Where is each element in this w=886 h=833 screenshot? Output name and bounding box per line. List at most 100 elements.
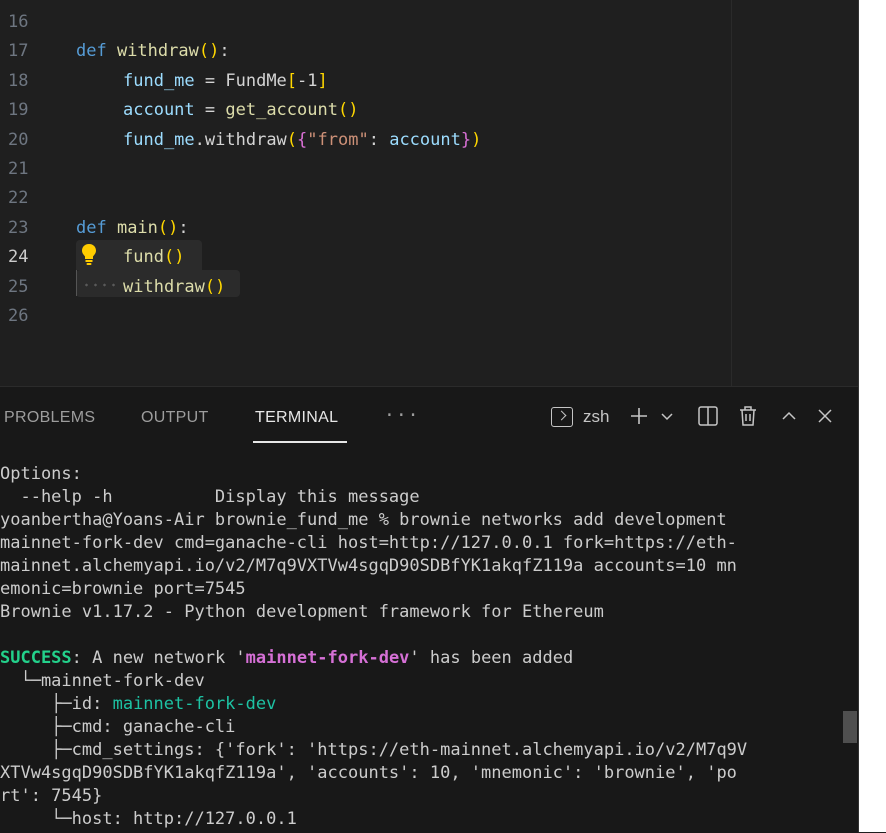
code-token: (): [198, 41, 220, 62]
code-text: def main():: [76, 214, 189, 243]
code-token: (): [337, 100, 359, 121]
code-token: :: [368, 129, 390, 150]
code-token: =: [194, 100, 226, 121]
terminal-text: rt': 7545}: [0, 786, 103, 806]
code-line[interactable]: 19 account = get_account(): [0, 96, 730, 125]
terminal-line: mainnet-fork-dev cmd=ganache-cli host=ht…: [0, 532, 858, 555]
code-text: fund_me.withdraw({"from": account}): [76, 126, 481, 155]
split-icon[interactable]: [697, 403, 719, 429]
terminal-text: yoanbertha@Yoans-Air brownie_fund_me % b…: [0, 510, 727, 530]
terminal-line: yoanbertha@Yoans-Air brownie_fund_me % b…: [0, 509, 858, 532]
window-edge: [858, 0, 886, 832]
code-token: FundMe: [225, 70, 287, 91]
code-token: -1: [297, 70, 318, 91]
terminal-text: mainnet.alchemyapi.io/v2/M7q9VXTVw4sgqD9…: [0, 556, 737, 576]
terminal-text: ' has been added: [409, 648, 574, 668]
code-token: :: [219, 41, 230, 62]
code-token: [: [286, 70, 298, 91]
active-tab-indicator: [253, 441, 347, 443]
tab-problems[interactable]: PROBLEMS: [4, 409, 95, 427]
code-token: def: [76, 217, 117, 238]
code-token: (): [157, 217, 179, 238]
line-number: 19: [8, 100, 29, 121]
code-token: ): [471, 129, 482, 150]
terminal-line: ├─id: mainnet-fork-dev: [0, 693, 858, 716]
terminal-text: ├─id:: [0, 694, 113, 714]
code-token: {: [297, 129, 308, 150]
code-line[interactable]: 25 withdraw(): [0, 273, 730, 302]
terminal-text: └─mainnet-fork-dev: [0, 671, 205, 691]
terminal-scrollbar[interactable]: [843, 711, 857, 743]
line-number: 24: [8, 247, 29, 268]
tab-output[interactable]: OUTPUT: [141, 409, 209, 427]
code-line[interactable]: 23 def main():: [0, 214, 730, 243]
terminal-line: SUCCESS: A new network 'mainnet-fork-dev…: [0, 647, 858, 670]
terminal-text: --help -h Display this message: [0, 487, 420, 507]
tab-terminal[interactable]: TERMINAL: [255, 409, 338, 427]
line-number: 18: [8, 70, 29, 91]
code-text: def withdraw():: [76, 37, 230, 66]
terminal-line: └─host: http://127.0.0.1: [0, 808, 858, 831]
trash-icon[interactable]: [737, 403, 759, 429]
code-token: withdraw: [116, 41, 199, 62]
line-number: 22: [8, 188, 29, 209]
code-text: withdraw(): [76, 273, 225, 302]
terminal-text: ├─cmd_settings: {'fork': 'https://eth-ma…: [0, 740, 748, 760]
chevron-down-icon[interactable]: [660, 403, 674, 429]
code-line[interactable]: 24 fund(): [0, 243, 730, 272]
chevron-up-icon[interactable]: [780, 403, 798, 429]
code-editor[interactable]: 16 17 def withdraw(): 18 fund_me = FundMe[-1…: [0, 0, 858, 386]
code-token: ]: [317, 70, 328, 91]
terminal-line: mainnet.alchemyapi.io/v2/M7q9VXTVw4sgqD9…: [0, 555, 858, 578]
code-token: (): [163, 247, 185, 268]
terminal-line: XTVw4sgqD90SDBfYK1akqfZ119a', 'accounts'…: [0, 762, 858, 785]
terminal-line: --help -h Display this message: [0, 486, 858, 509]
terminal-line: └─mainnet-fork-dev: [0, 670, 858, 693]
bottom-panel: PROBLEMS OUTPUT TERMINAL ··· zsh Options…: [0, 386, 858, 833]
terminal-line: emonic=brownie port=7545: [0, 578, 858, 601]
code-token: :: [178, 217, 189, 238]
code-line[interactable]: 21: [0, 155, 730, 184]
line-number: 21: [8, 158, 29, 179]
code-token: account: [389, 129, 461, 150]
code-token: fund_me: [123, 70, 195, 91]
code-line[interactable]: 20 fund_me.withdraw({"from": account}): [0, 126, 730, 155]
code-token: "from": [307, 129, 369, 150]
code-line[interactable]: 22: [0, 184, 730, 213]
line-number: 23: [8, 217, 29, 238]
shell-name[interactable]: zsh: [583, 407, 609, 427]
code-token: (): [204, 276, 226, 297]
terminal-text: mainnet-fork-dev: [245, 648, 410, 668]
plus-icon[interactable]: [628, 403, 650, 429]
terminal-text: SUCCESS: [0, 648, 72, 668]
code-token: }: [460, 129, 472, 150]
code-token: fund: [123, 247, 164, 268]
code-token: .: [194, 129, 205, 150]
close-icon[interactable]: [816, 403, 834, 429]
code-line[interactable]: 17 def withdraw():: [0, 37, 730, 66]
code-line[interactable]: 18 fund_me = FundMe[-1]: [0, 67, 730, 96]
terminal-output[interactable]: Options: --help -h Display this message y…: [0, 463, 858, 831]
code-line[interactable]: 16: [0, 8, 730, 37]
code-token: =: [194, 70, 226, 91]
code-token: fund_me: [123, 129, 195, 150]
line-number: 17: [8, 41, 29, 62]
terminal-text: ├─cmd: ganache-cli: [0, 717, 236, 737]
line-number: 20: [8, 129, 29, 150]
terminal-line: rt': 7545}: [0, 785, 858, 808]
terminal-line: Options:: [0, 463, 858, 486]
line-number: 25: [8, 276, 29, 297]
terminal-icon[interactable]: [551, 407, 573, 427]
more-tabs-button[interactable]: ···: [384, 405, 420, 426]
code-token: (: [286, 129, 298, 150]
panel-tab-bar: PROBLEMS OUTPUT TERMINAL ··· zsh: [0, 387, 858, 449]
window-border: [858, 0, 859, 832]
code-text: account = get_account(): [76, 96, 358, 125]
terminal-text: mainnet-fork-dev cmd=ganache-cli host=ht…: [0, 533, 737, 553]
code-token: def: [76, 41, 117, 62]
terminal-text: XTVw4sgqD90SDBfYK1akqfZ119a', 'accounts'…: [0, 763, 737, 783]
code-line[interactable]: 26: [0, 302, 730, 331]
lightbulb-icon[interactable]: [80, 242, 98, 266]
code-lines[interactable]: 16 17 def withdraw(): 18 fund_me = FundMe[-1…: [0, 8, 730, 331]
code-token: account: [123, 100, 195, 121]
